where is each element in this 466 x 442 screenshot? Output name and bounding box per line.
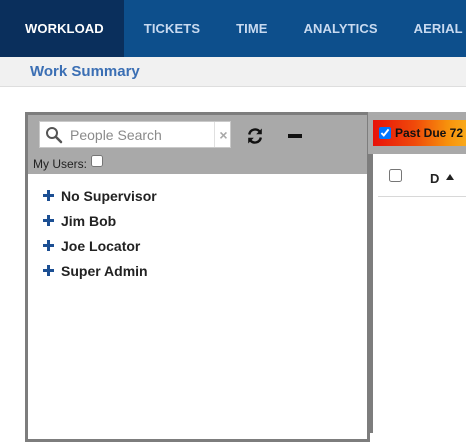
top-nav: WORKLOAD TICKETS TIME ANALYTICS AERIAL P… bbox=[0, 0, 466, 57]
people-search-box: × bbox=[39, 121, 231, 148]
tab-analytics[interactable]: ANALYTICS bbox=[286, 0, 396, 57]
tree-item-no-supervisor[interactable]: No Supervisor bbox=[28, 183, 367, 208]
tree-item-label: No Supervisor bbox=[61, 187, 157, 204]
tree-item-label: Super Admin bbox=[61, 262, 148, 279]
my-users-label: My Users: bbox=[33, 157, 87, 171]
tree-item-label: Joe Locator bbox=[61, 237, 141, 254]
people-search-input[interactable] bbox=[70, 124, 210, 145]
page-header: Work Summary bbox=[0, 57, 466, 87]
past-due-label: Past Due 72 bbox=[395, 126, 464, 140]
past-due-filter[interactable]: Past Due 72 bbox=[373, 120, 466, 146]
tab-time[interactable]: TIME bbox=[218, 0, 285, 57]
sort-ascending-icon[interactable] bbox=[446, 174, 454, 180]
expand-plus-icon[interactable] bbox=[43, 265, 54, 276]
tickets-panel-header: Past Due 72 bbox=[368, 112, 466, 154]
past-due-checkbox[interactable] bbox=[379, 127, 391, 139]
column-header-d[interactable]: D bbox=[430, 171, 439, 186]
select-all-checkbox[interactable] bbox=[389, 169, 402, 182]
tree-item-joe-locator[interactable]: Joe Locator bbox=[28, 233, 367, 258]
tickets-panel: Past Due 72 D bbox=[368, 112, 466, 433]
panel-divider bbox=[370, 154, 373, 433]
people-panel-header: × My Users: bbox=[28, 115, 367, 174]
expand-plus-icon[interactable] bbox=[43, 190, 54, 201]
tab-tickets[interactable]: TICKETS bbox=[124, 0, 218, 57]
clear-search-button[interactable]: × bbox=[214, 122, 232, 147]
minus-icon[interactable] bbox=[288, 134, 302, 138]
column-header-divider bbox=[378, 196, 466, 197]
refresh-icon[interactable] bbox=[246, 127, 264, 145]
tree-item-super-admin[interactable]: Super Admin bbox=[28, 258, 367, 283]
people-panel: × My Users: No Supervisor Jim Bob Joe Lo… bbox=[25, 112, 370, 442]
tab-workload[interactable]: WORKLOAD bbox=[0, 0, 124, 57]
expand-plus-icon[interactable] bbox=[43, 240, 54, 251]
tab-aerial[interactable]: AERIAL PA bbox=[396, 0, 466, 57]
people-tree: No Supervisor Jim Bob Joe Locator Super … bbox=[28, 183, 367, 283]
tree-item-jim-bob[interactable]: Jim Bob bbox=[28, 208, 367, 233]
expand-plus-icon[interactable] bbox=[43, 215, 54, 226]
tree-item-label: Jim Bob bbox=[61, 212, 117, 229]
search-icon bbox=[46, 127, 63, 144]
my-users-checkbox[interactable] bbox=[91, 155, 103, 167]
my-users-filter: My Users: bbox=[33, 155, 103, 171]
page-title: Work Summary bbox=[30, 63, 140, 80]
